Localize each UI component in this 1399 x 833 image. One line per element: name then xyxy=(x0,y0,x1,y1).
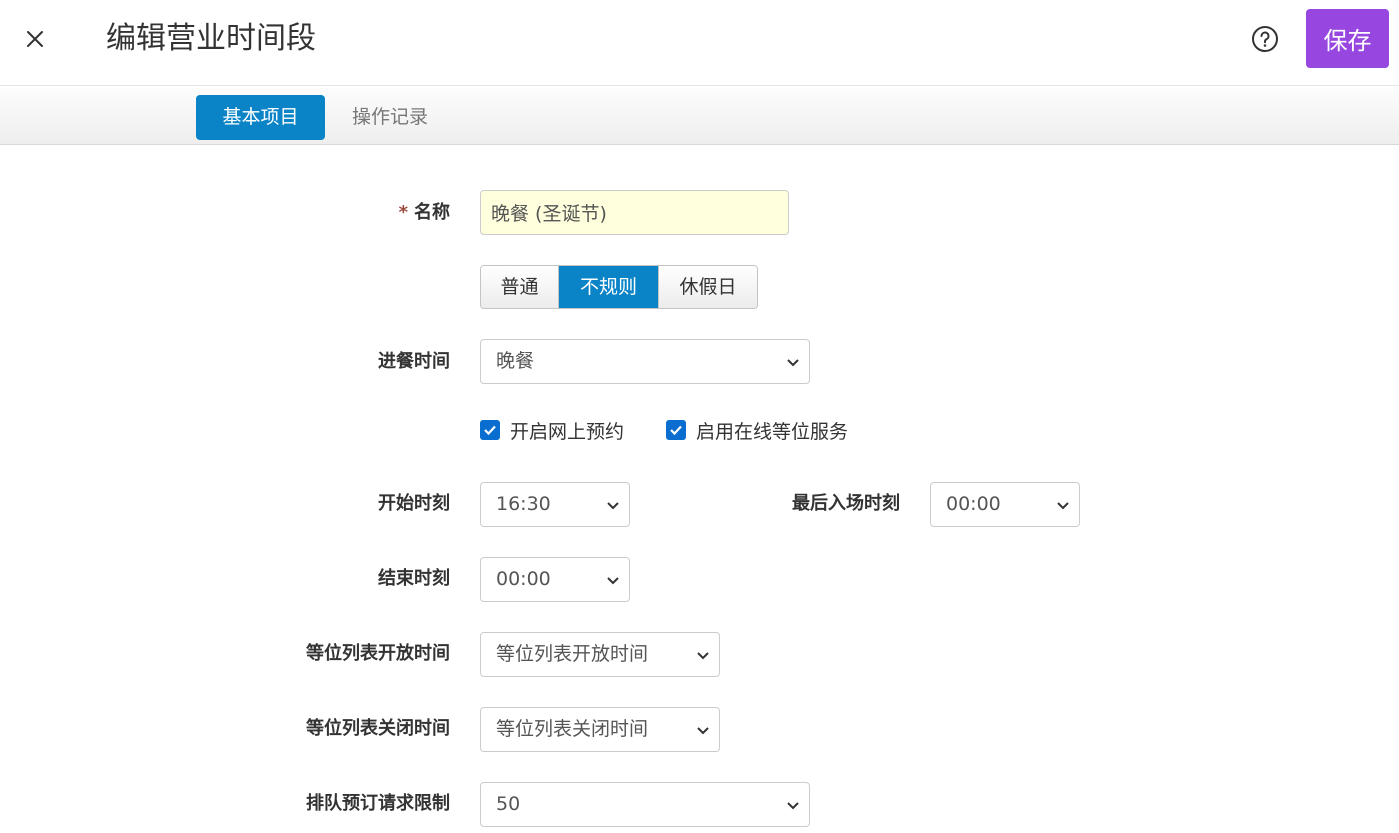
online-waitlist-label: 启用在线等位服务 xyxy=(696,420,849,443)
help-circle-icon xyxy=(1252,26,1278,52)
end-time-value: 00:00 xyxy=(496,568,551,590)
chevron-down-icon xyxy=(607,502,619,510)
queue-limit-select[interactable]: 50 xyxy=(480,782,810,827)
online-reservation-label: 开启网上预约 xyxy=(510,420,625,443)
name-input[interactable] xyxy=(480,190,789,235)
meal-time-select[interactable]: 晚餐 xyxy=(480,339,810,384)
waitlist-close-select[interactable]: 等位列表关闭时间 xyxy=(480,707,720,752)
type-option-holiday[interactable]: 休假日 xyxy=(659,266,757,308)
tab-bar: 基本项目 操作记录 xyxy=(0,87,1399,145)
chevron-down-icon xyxy=(607,577,619,585)
chevron-down-icon xyxy=(787,802,799,810)
save-button[interactable]: 保存 xyxy=(1306,9,1389,68)
queue-limit-value: 50 xyxy=(496,793,521,815)
start-time-value: 16:30 xyxy=(496,493,551,515)
end-time-label: 结束时刻 xyxy=(378,568,450,589)
start-time-label: 开始时刻 xyxy=(378,493,450,514)
close-icon xyxy=(27,31,43,47)
close-button[interactable] xyxy=(20,24,50,54)
name-label-text: 名称 xyxy=(414,202,450,223)
start-time-select[interactable]: 16:30 xyxy=(480,482,630,527)
last-entry-value: 00:00 xyxy=(946,493,1001,515)
chevron-down-icon xyxy=(697,652,709,660)
meal-time-label: 进餐时间 xyxy=(378,351,450,372)
tab-operation-log[interactable]: 操作记录 xyxy=(330,95,450,140)
name-label: * 名称 xyxy=(370,201,450,225)
chevron-down-icon xyxy=(697,727,709,735)
help-button[interactable] xyxy=(1250,24,1280,54)
waitlist-close-label: 等位列表关闭时间 xyxy=(306,718,450,739)
chevron-down-icon xyxy=(787,359,799,367)
queue-limit-label: 排队预订请求限制 xyxy=(306,793,450,814)
meal-time-value: 晚餐 xyxy=(496,350,535,372)
waitlist-open-label: 等位列表开放时间 xyxy=(306,643,450,664)
type-option-normal[interactable]: 普通 xyxy=(481,266,559,308)
chevron-down-icon xyxy=(1057,502,1069,510)
page-title: 编辑营业时间段 xyxy=(106,21,316,56)
online-reservation-checkbox[interactable]: 开启网上预约 xyxy=(480,417,624,443)
type-option-irregular[interactable]: 不规则 xyxy=(559,266,659,308)
top-bar: 编辑营业时间段 保存 xyxy=(0,0,1399,86)
checkbox-checked-icon xyxy=(480,420,500,440)
tab-basic-items[interactable]: 基本项目 xyxy=(196,95,325,140)
waitlist-close-value: 等位列表关闭时间 xyxy=(496,718,649,740)
end-time-select[interactable]: 00:00 xyxy=(480,557,630,602)
required-marker: * xyxy=(398,202,408,223)
last-entry-label: 最后入场时刻 xyxy=(792,493,900,514)
waitlist-open-value: 等位列表开放时间 xyxy=(496,643,649,665)
checkbox-checked-icon xyxy=(666,420,686,440)
online-waitlist-checkbox[interactable]: 启用在线等位服务 xyxy=(666,417,848,443)
waitlist-open-select[interactable]: 等位列表开放时间 xyxy=(480,632,720,677)
last-entry-select[interactable]: 00:00 xyxy=(930,482,1080,527)
type-segmented-control: 普通 不规则 休假日 xyxy=(480,265,758,309)
